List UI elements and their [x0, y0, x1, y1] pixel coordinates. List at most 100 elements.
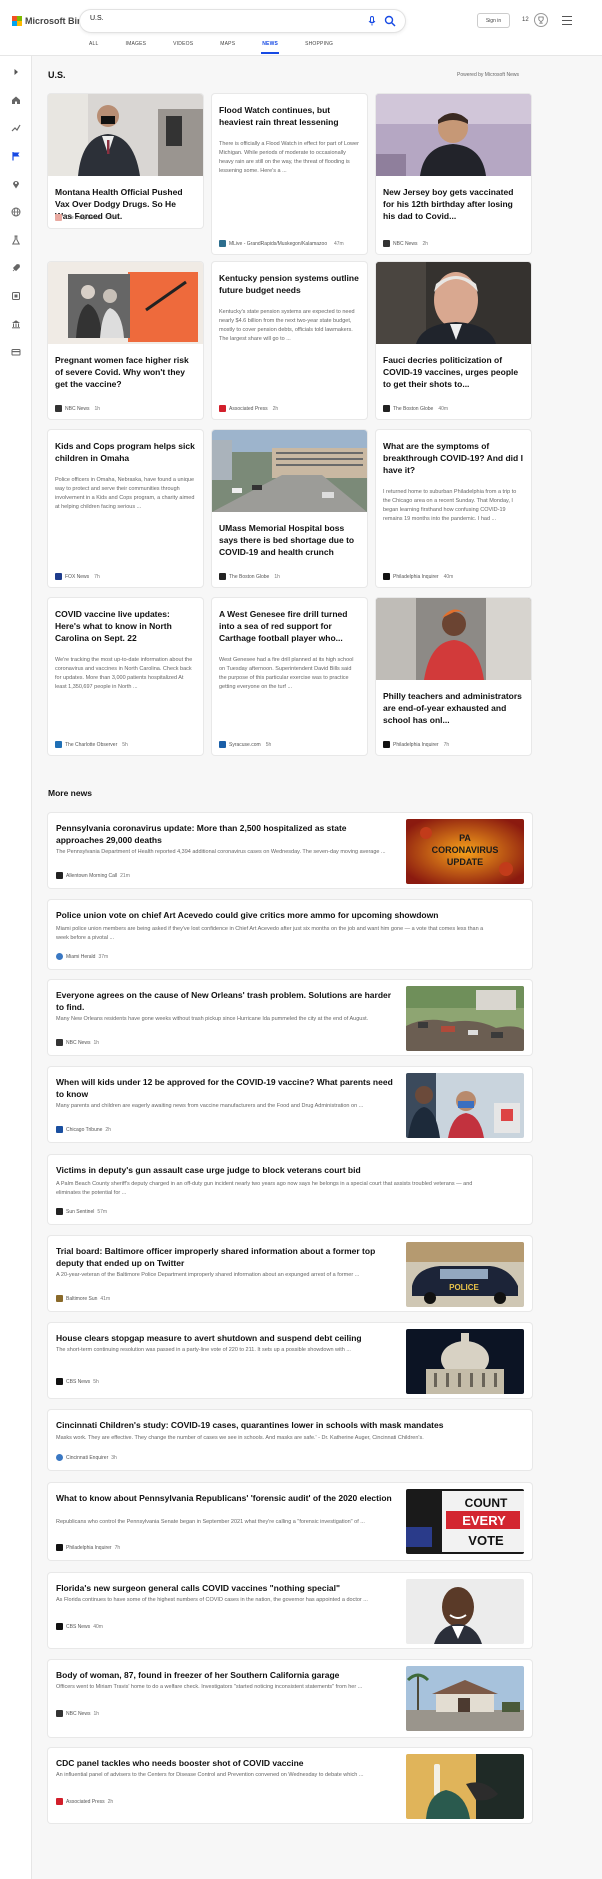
more-news-title[interactable]: Florida's new surgeon general calls COVI…: [56, 1582, 396, 1594]
news-card[interactable]: New Jersey boy gets vaccinated for his 1…: [376, 94, 531, 254]
more-news-title[interactable]: Pennsylvania coronavirus update: More th…: [56, 822, 396, 846]
source-logo-icon: [56, 1126, 63, 1133]
menu-icon[interactable]: [562, 16, 572, 25]
news-card-title[interactable]: Flood Watch continues, but heaviest rain…: [219, 104, 359, 128]
local-pin-icon[interactable]: [11, 179, 21, 189]
source-logo-icon: [56, 1544, 63, 1551]
news-card-title[interactable]: Kids and Cops program helps sick childre…: [55, 440, 195, 464]
more-news-title[interactable]: Cincinnati Children's study: COVID-19 ca…: [56, 1419, 496, 1431]
trending-icon[interactable]: [11, 123, 21, 133]
sign-in-button[interactable]: Sign in: [477, 13, 510, 28]
entertainment-film-icon[interactable]: [11, 291, 21, 301]
more-news-thumbnail: PA CORONAVIRUS UPDATE: [406, 819, 524, 884]
more-news-snippet: An influential panel of advisers to the …: [56, 1772, 364, 1778]
tab-maps[interactable]: MAPS: [220, 41, 235, 51]
source-logo-icon: [56, 1710, 63, 1717]
vertical-tabs: ALL IMAGES VIDEOS MAPS NEWS SHOPPING: [89, 41, 360, 54]
news-card-image: [376, 94, 531, 176]
news-card[interactable]: What are the symptoms of breakthrough CO…: [376, 430, 531, 587]
news-card[interactable]: Philly teachers and administrators are e…: [376, 598, 531, 755]
more-news-item[interactable]: What to know about Pennsylvania Republic…: [48, 1483, 532, 1560]
news-card-source: Syracuse.com 5h: [219, 741, 271, 748]
expand-chevron-icon[interactable]: [11, 67, 21, 77]
more-news-title[interactable]: Everyone agrees on the cause of New Orle…: [56, 989, 396, 1013]
money-card-icon[interactable]: [11, 347, 21, 357]
more-news-title[interactable]: Victims in deputy's gun assault case urg…: [56, 1164, 496, 1176]
science-icon[interactable]: [11, 235, 21, 245]
more-news-item[interactable]: Cincinnati Children's study: COVID-19 ca…: [48, 1410, 532, 1470]
news-card-title[interactable]: Pregnant women face higher risk of sever…: [55, 354, 195, 390]
search-icon[interactable]: [384, 15, 396, 27]
more-news-item[interactable]: When will kids under 12 be approved for …: [48, 1067, 532, 1142]
source-logo-icon: [56, 1295, 63, 1302]
timestamp: 1h: [93, 1710, 100, 1717]
more-news-title[interactable]: House clears stopgap measure to avert sh…: [56, 1332, 396, 1344]
news-card[interactable]: Fauci decries politicization of COVID-19…: [376, 262, 531, 419]
us-news-flag-icon[interactable]: [11, 151, 21, 161]
tab-videos[interactable]: VIDEOS: [173, 41, 193, 51]
source-name: NBC News: [393, 240, 418, 247]
news-card-title[interactable]: COVID vaccine live updates: Here's what …: [55, 608, 195, 644]
more-news-title[interactable]: What to know about Pennsylvania Republic…: [56, 1492, 396, 1504]
news-card-snippet: Police officers in Omaha, Nebraska, have…: [55, 477, 195, 510]
thumb-text-count: COUNT: [465, 1496, 508, 1510]
rewards-trophy-icon[interactable]: [534, 13, 548, 27]
more-news-item[interactable]: Pennsylvania coronavirus update: More th…: [48, 813, 532, 888]
timestamp: 1h: [274, 573, 280, 580]
news-card-title[interactable]: New Jersey boy gets vaccinated for his 1…: [383, 186, 523, 222]
bing-logo[interactable]: Microsoft Bing: [12, 15, 88, 27]
more-news-source: Chicago Tribune 2h: [56, 1126, 111, 1133]
more-news-item[interactable]: Victims in deputy's gun assault case urg…: [48, 1155, 532, 1224]
news-card[interactable]: Montana Health Official Pushed Vax Over …: [48, 94, 203, 228]
search-box[interactable]: [80, 10, 405, 32]
news-card[interactable]: Flood Watch continues, but heaviest rain…: [212, 94, 367, 254]
news-card[interactable]: UMass Memorial Hospital boss says there …: [212, 430, 367, 587]
more-news-snippet: A 20-year-veteran of the Baltimore Polic…: [56, 1272, 360, 1278]
more-news-item[interactable]: Florida's new surgeon general calls COVI…: [48, 1573, 532, 1648]
home-icon[interactable]: [11, 95, 21, 105]
timestamp: 5h: [93, 1378, 99, 1385]
microphone-icon[interactable]: [367, 16, 377, 26]
news-card-title[interactable]: Philly teachers and administrators are e…: [383, 690, 523, 726]
news-card[interactable]: Pregnant women face higher risk of sever…: [48, 262, 203, 419]
more-news-item[interactable]: House clears stopgap measure to avert sh…: [48, 1323, 532, 1398]
more-news-item[interactable]: CDC panel tackles who needs booster shot…: [48, 1748, 532, 1823]
source-name: Syracuse.com: [229, 741, 261, 748]
timestamp: 7h: [94, 573, 100, 580]
search-input[interactable]: [90, 15, 360, 22]
more-news-item[interactable]: Everyone agrees on the cause of New Orle…: [48, 980, 532, 1055]
technology-rocket-icon[interactable]: [11, 263, 21, 273]
more-news-title[interactable]: CDC panel tackles who needs booster shot…: [56, 1757, 396, 1769]
rewards-count[interactable]: 12: [522, 17, 529, 23]
more-news-title[interactable]: Trial board: Baltimore officer improperl…: [56, 1245, 396, 1269]
timestamp: 5h: [265, 741, 272, 748]
top-header: Microsoft Bing Sign in 12 ALL IMAGES VID…: [0, 0, 602, 55]
more-news-item[interactable]: Police union vote on chief Art Acevedo c…: [48, 900, 532, 969]
news-card[interactable]: A West Genesee fire drill turned into a …: [212, 598, 367, 755]
more-news-item[interactable]: Trial board: Baltimore officer improperl…: [48, 1236, 532, 1311]
more-news-title[interactable]: When will kids under 12 be approved for …: [56, 1076, 396, 1100]
world-globe-icon[interactable]: [11, 207, 21, 217]
news-card[interactable]: COVID vaccine live updates: Here's what …: [48, 598, 203, 755]
tab-news[interactable]: NEWS: [261, 41, 279, 54]
news-card[interactable]: Kentucky pension systems outline future …: [212, 262, 367, 419]
more-news-title[interactable]: Body of woman, 87, found in freezer of h…: [56, 1669, 396, 1681]
source-logo-icon: [219, 741, 226, 748]
news-card-title[interactable]: What are the symptoms of breakthrough CO…: [383, 440, 523, 476]
thumb-text-pa: PA: [459, 833, 471, 843]
news-card-title[interactable]: UMass Memorial Hospital boss says there …: [219, 522, 359, 558]
news-card-title[interactable]: Kentucky pension systems outline future …: [219, 272, 359, 296]
news-card-title[interactable]: A West Genesee fire drill turned into a …: [219, 608, 359, 644]
powered-by-label[interactable]: Powered by Microsoft News: [457, 72, 519, 78]
tab-all[interactable]: ALL: [89, 41, 99, 51]
news-card-source: Philadelphia Inquirer 7h: [383, 741, 449, 748]
source-name: The Boston Globe: [229, 573, 270, 580]
tab-images[interactable]: IMAGES: [126, 41, 147, 51]
tab-shopping[interactable]: SHOPPING: [305, 41, 333, 51]
more-news-title[interactable]: Police union vote on chief Art Acevedo c…: [56, 909, 496, 921]
more-news-item[interactable]: Body of woman, 87, found in freezer of h…: [48, 1660, 532, 1737]
more-news-source: Miami Herald 37m: [56, 953, 108, 960]
news-card-title[interactable]: Fauci decries politicization of COVID-19…: [383, 354, 523, 390]
news-card[interactable]: Kids and Cops program helps sick childre…: [48, 430, 203, 587]
politics-building-icon[interactable]: [11, 319, 21, 329]
